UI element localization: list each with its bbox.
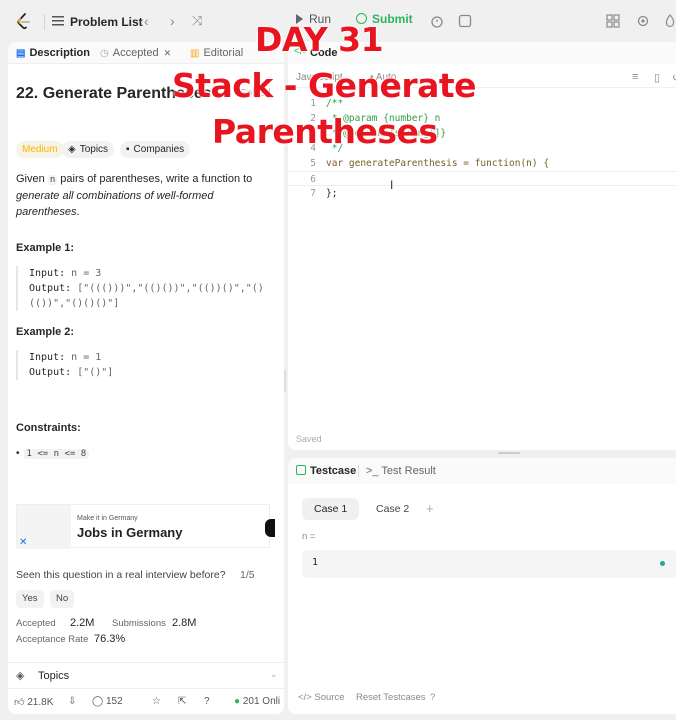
thumbs-up-icon: 👍︎	[14, 697, 28, 708]
n-value: 1	[312, 557, 319, 568]
comments-button[interactable]: ◯ 152	[92, 696, 123, 707]
tab-testcase[interactable]: Testcase	[310, 465, 356, 477]
reset-code-icon[interactable]: ↺	[672, 71, 676, 84]
notes-icon[interactable]	[458, 14, 472, 28]
accepted-icon: ◷	[100, 48, 109, 59]
ad-subtitle: Make it in Germany	[77, 515, 138, 522]
testcase-footer: </> Source Reset Testcases ?	[288, 688, 676, 710]
next-problem-icon[interactable]: ›	[170, 13, 175, 29]
description-icon: ▤	[16, 48, 26, 59]
editorial-icon: ▥	[190, 48, 200, 59]
topbar-divider	[44, 14, 45, 30]
reset-testcases-button[interactable]: Reset Testcases	[356, 692, 426, 703]
lock-icon: ▪	[126, 144, 130, 155]
no-button[interactable]: No	[50, 590, 75, 608]
yes-button[interactable]: Yes	[16, 590, 44, 608]
case-1-tab[interactable]: Case 1	[302, 498, 360, 520]
interview-page-count: 1/5	[240, 569, 255, 581]
overlay-title-line1: DAY 31	[255, 20, 384, 59]
chevron-down-icon: ⌄	[270, 669, 278, 679]
testcase-header: Testcase >_ Test Result	[288, 458, 676, 484]
advertisement[interactable]: Make it in Germany Jobs in Germany ✕	[16, 504, 275, 549]
online-count: ● 201 Onli	[234, 696, 281, 707]
checkbox-icon	[296, 465, 306, 475]
timer-icon[interactable]	[430, 14, 444, 28]
format-icon[interactable]: ≡	[632, 71, 638, 83]
example2-heading: Example 2:	[16, 326, 75, 338]
like-button[interactable]: 👍︎ 21.8K	[14, 696, 53, 708]
submissions-label: Submissions	[112, 618, 166, 629]
tab-editorial[interactable]: ▥ Editorial	[190, 47, 243, 59]
overlay-title-line3: Parentheses	[212, 112, 438, 151]
example1-heading: Example 1:	[16, 242, 75, 254]
engagement-bar: 👍︎ 21.8K ⇩ ◯ 152 ☆ ⇱ ? ● 201 Onli	[8, 688, 284, 714]
topics-label: Topics	[38, 670, 70, 682]
difficulty-badge: Medium	[16, 141, 64, 158]
testcase-panel: Testcase >_ Test Result Case 1 Case 2 + …	[288, 458, 676, 714]
tab-divider	[358, 465, 359, 477]
help-icon[interactable]: ?	[204, 696, 210, 707]
ad-close-icon[interactable]: ✕	[19, 537, 27, 548]
code-line-current[interactable]: 6	[288, 171, 676, 186]
terminal-icon: >_	[366, 465, 382, 477]
dislike-button[interactable]: ⇩	[68, 696, 76, 707]
thumbs-down-icon: ⇩	[68, 696, 77, 707]
tab-test-result[interactable]: >_ Test Result	[366, 465, 436, 477]
bookmark-icon[interactable]: ▯	[654, 71, 660, 84]
close-tab-icon[interactable]: ✕	[164, 48, 172, 58]
status-dot-icon	[660, 561, 665, 566]
example1-block: Input: n = 3 Output: ["((()))","(()())",…	[16, 266, 280, 311]
acceptance-rate-value: 76.3%	[94, 633, 126, 645]
tab-accepted[interactable]: ◷ Accepted ✕	[100, 47, 171, 59]
code-line[interactable]: 5 var generateParenthesis = function(n) {	[288, 156, 676, 171]
variable-label: n =	[302, 531, 316, 542]
tag-icon: ◈	[16, 670, 25, 682]
interview-question-prompt: Seen this question in a real interview b…	[16, 569, 226, 581]
settings-gear-icon[interactable]	[636, 14, 650, 28]
vertical-resize-handle[interactable]	[284, 370, 286, 392]
layout-icon[interactable]	[606, 14, 620, 28]
ad-title: Jobs in Germany	[77, 525, 183, 540]
add-case-icon[interactable]: +	[426, 501, 434, 516]
favorite-star-icon[interactable]: ☆	[152, 696, 161, 707]
accepted-label: Accepted	[16, 618, 56, 629]
problem-description: Given n pairs of parentheses, write a fu…	[16, 173, 253, 218]
tag-icon: ◈	[68, 144, 76, 155]
problem-list-icon	[52, 16, 64, 26]
comment-icon: ◯	[92, 696, 106, 707]
problem-list-link[interactable]: Problem List	[70, 15, 143, 29]
n-input[interactable]: 1	[302, 550, 676, 578]
leetcode-logo-icon[interactable]	[16, 13, 32, 31]
prev-problem-icon[interactable]: ‹	[144, 13, 149, 29]
source-button[interactable]: </> Source	[298, 692, 344, 703]
case-2-tab[interactable]: Case 2	[364, 498, 421, 520]
text-cursor-icon: I	[390, 178, 394, 192]
horizontal-resize-handle[interactable]	[498, 452, 520, 454]
code-brackets-icon: </>	[298, 692, 315, 703]
saved-status: Saved	[296, 434, 322, 444]
acceptance-rate-label: Acceptance Rate	[16, 634, 89, 645]
submissions-value: 2.8M	[172, 617, 197, 629]
tab-description[interactable]: ▤ Description	[16, 47, 90, 59]
online-dot-icon: ●	[234, 696, 243, 707]
constraints-heading: Constraints:	[16, 422, 81, 434]
companies-chip[interactable]: ▪ Companies	[120, 141, 191, 158]
example2-block: Input: n = 1 Output: ["()"]	[16, 350, 280, 380]
accepted-value: 2.2M	[70, 617, 95, 629]
topics-chip[interactable]: ◈ Topics	[62, 141, 115, 158]
streak-fire-icon[interactable]	[663, 14, 676, 28]
code-line[interactable]: 7};	[288, 186, 676, 201]
share-icon[interactable]: ⇱	[178, 696, 186, 707]
constraint-item: • 1 <= n <= 8	[16, 448, 90, 459]
topics-section[interactable]: ◈ Topics ⌄	[8, 662, 284, 688]
ad-button[interactable]	[265, 519, 275, 537]
help-icon[interactable]: ?	[430, 692, 435, 703]
shuffle-icon[interactable]: ⤨	[192, 13, 202, 29]
left-tab-bar: ▤ Description ◷ Accepted ✕ ▥ Editorial	[8, 42, 284, 64]
overlay-title-line2: Stack - Generate	[172, 66, 477, 105]
